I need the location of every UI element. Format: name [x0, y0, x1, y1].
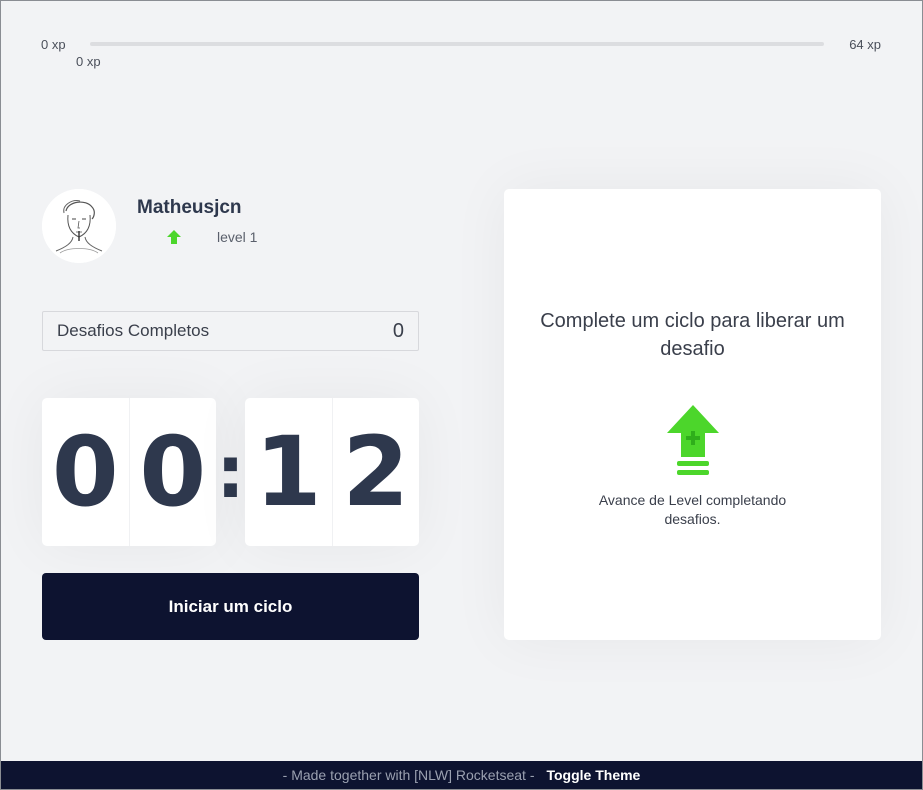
footer-credits: - Made together with [NLW] Rocketseat - — [282, 767, 535, 783]
level-up-icon — [666, 405, 719, 475]
minute-digit-left: 0 — [42, 398, 130, 546]
level-up-arrow-icon — [167, 230, 181, 244]
second-digit-right: 2 — [342, 416, 410, 528]
xp-min-label: 0 xp — [41, 37, 66, 52]
toggle-theme-button[interactable]: Toggle Theme — [546, 767, 640, 783]
completed-challenges-value: 0 — [392, 319, 404, 342]
profile: Matheusjcn level 1 — [42, 189, 257, 263]
start-cycle-button[interactable]: Iniciar um ciclo — [42, 573, 419, 640]
profile-info: Matheusjcn level 1 — [137, 197, 257, 245]
second-digit-left: 1 — [245, 398, 333, 546]
xp-track — [90, 42, 824, 46]
avatar — [42, 189, 116, 263]
avatar-sketch-icon — [42, 189, 116, 263]
seconds-card: 1 2 — [245, 398, 419, 546]
challenge-box-description: Avance de Level completando desafios. — [598, 492, 787, 527]
footer: - Made together with [NLW] Rocketseat - … — [1, 761, 922, 789]
countdown: 0 0 : 1 2 — [42, 398, 419, 546]
xp-max-label: 64 xp — [849, 37, 881, 52]
minutes-card: 0 0 — [42, 398, 216, 546]
challenge-box: Complete um ciclo para liberar um desafi… — [504, 189, 881, 640]
profile-level: level 1 — [167, 229, 257, 245]
completed-challenges: Desafios Completos 0 — [42, 311, 419, 351]
challenge-box-title: Complete um ciclo para liberar um desafi… — [540, 310, 845, 360]
profile-name: Matheusjcn — [137, 197, 242, 218]
completed-challenges-label: Desafios Completos — [57, 321, 210, 340]
minute-digit-right: 0 — [139, 416, 207, 528]
xp-current-label: 0 xp — [76, 54, 101, 69]
countdown-separator: : — [216, 430, 245, 514]
level-label: level 1 — [217, 229, 258, 245]
experience-bar: 0 xp 0 xp 64 xp — [41, 35, 881, 69]
